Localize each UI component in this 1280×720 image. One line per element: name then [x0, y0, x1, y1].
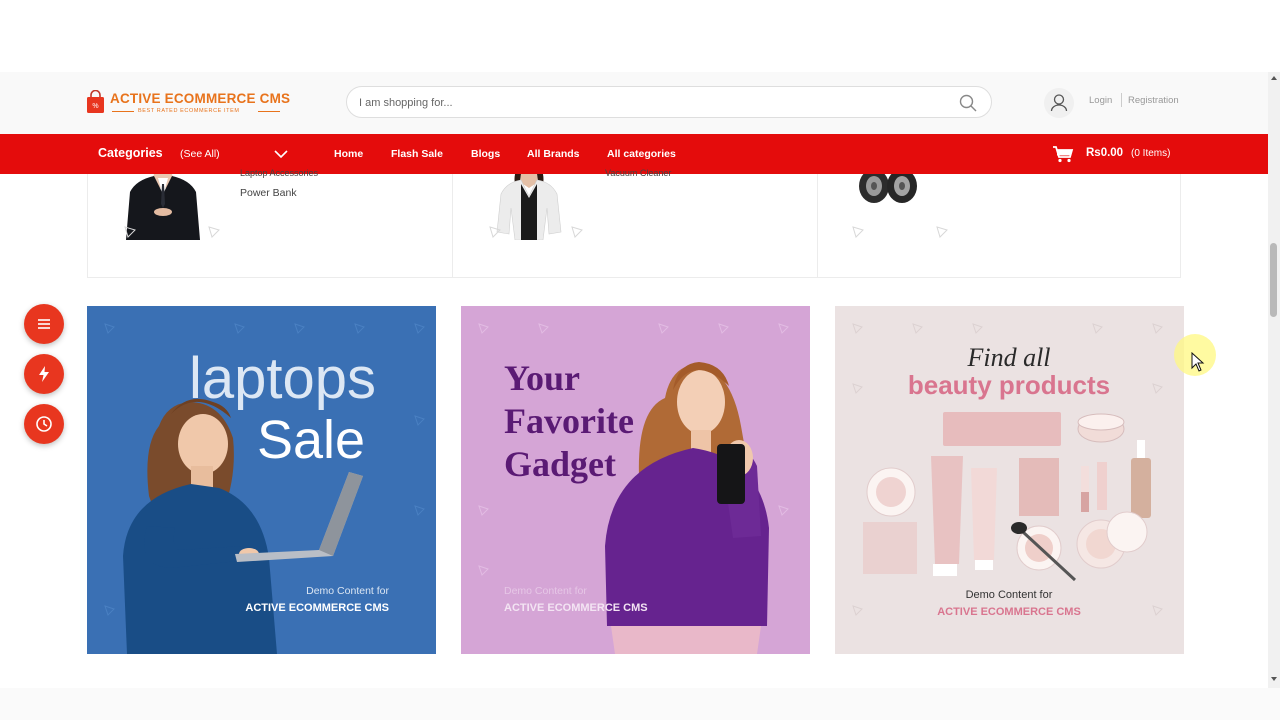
menu-button[interactable]: [24, 304, 64, 344]
banner-demo-brand: ACTIVE ECOMMERCE CMS: [937, 606, 1081, 618]
flash-icon: [39, 366, 49, 382]
search-icon[interactable]: [959, 94, 977, 112]
watermark-icon: [124, 226, 136, 238]
nav-all-categories[interactable]: All categories: [607, 148, 676, 160]
banner-headline-2: Favorite: [504, 401, 634, 441]
watermark-icon: [208, 226, 220, 238]
page-scrollbar[interactable]: [1268, 72, 1280, 688]
recent-history-button[interactable]: [24, 404, 64, 444]
category-card[interactable]: Vacuum Cleaner: [452, 168, 817, 278]
nav-home[interactable]: Home: [334, 148, 363, 160]
flash-deals-button[interactable]: [24, 354, 64, 394]
watermark-icon: [571, 226, 583, 238]
scrollbar-thumb[interactable]: [1270, 243, 1277, 317]
banner-headline-3: Gadget: [504, 444, 616, 484]
category-link-power-bank[interactable]: Power Bank: [240, 187, 297, 199]
category-text-cutoff: Vacuum Cleaner: [605, 168, 672, 178]
category-card[interactable]: Laptop Accessories Power Bank: [88, 168, 452, 278]
laptops-sale-artwork: laptops Sale Demo Content for ACTIVE ECO…: [87, 306, 436, 654]
user-avatar-icon[interactable]: [1044, 88, 1074, 118]
registration-link[interactable]: Registration: [1128, 95, 1179, 106]
favorite-gadget-artwork: Your Favorite Gadget Demo Content for AC…: [461, 306, 810, 654]
search-input[interactable]: [359, 93, 939, 113]
banner-demo-brand: ACTIVE ECOMMERCE CMS: [245, 602, 389, 614]
menu-icon: [38, 319, 50, 329]
logo-divider-left: [112, 111, 134, 112]
logo-tagline: BEST RATED ECOMMERCE ITEM: [138, 108, 240, 114]
logo-text: ACTIVE ECOMMERCE CMS: [110, 91, 291, 106]
shopping-bag-icon: %: [87, 90, 104, 113]
banner-demo-label: Demo Content for: [966, 589, 1053, 601]
logo-divider-right: [258, 111, 280, 112]
favorite-gadget-banner[interactable]: Your Favorite Gadget Demo Content for AC…: [461, 306, 810, 654]
categories-see-all[interactable]: (See All): [180, 148, 220, 160]
banner-headline-1: Your: [504, 358, 580, 398]
account-divider: [1121, 93, 1122, 107]
chevron-down-icon[interactable]: [273, 147, 289, 161]
nav-flash-sale[interactable]: Flash Sale: [391, 148, 443, 160]
laptops-sale-banner[interactable]: laptops Sale Demo Content for ACTIVE ECO…: [87, 306, 436, 654]
businesswoman-image: [496, 174, 562, 240]
category-text-cutoff: Laptop Accessories: [240, 168, 319, 178]
site-header: % ACTIVE ECOMMERCE CMS BEST RATED ECOMME…: [0, 72, 1268, 134]
scroll-down-arrow-icon[interactable]: [1270, 675, 1278, 683]
top-whitespace: [0, 0, 1280, 72]
nav-all-brands[interactable]: All Brands: [527, 148, 580, 160]
banner-demo-label: Demo Content for: [504, 585, 587, 597]
watermark-icon: [489, 226, 501, 238]
clock-icon: [36, 416, 52, 432]
search-bar: [346, 86, 992, 118]
banner-headline-2: Sale: [257, 410, 365, 470]
login-link[interactable]: Login: [1089, 95, 1112, 106]
cart-item-count[interactable]: (0 Items): [1131, 148, 1170, 159]
cart-amount[interactable]: Rs0.00: [1086, 147, 1123, 159]
tyres-image: [859, 174, 917, 203]
cart-icon[interactable]: [1052, 145, 1074, 163]
banner-headline-1: Find all: [966, 343, 1050, 372]
bottom-band: [0, 688, 1280, 720]
banner-headline-2: beauty products: [908, 370, 1110, 400]
watermark-icon: [936, 226, 948, 238]
banner-headline-1: laptops: [189, 346, 376, 411]
site-logo[interactable]: % ACTIVE ECOMMERCE CMS BEST RATED ECOMME…: [86, 88, 290, 118]
svg-text:%: %: [92, 103, 98, 110]
categories-label[interactable]: Categories: [98, 146, 163, 160]
nav-blogs[interactable]: Blogs: [471, 148, 500, 160]
banner-demo-label: Demo Content for: [306, 585, 389, 597]
mouse-cursor-icon: [1191, 352, 1205, 372]
scroll-up-arrow-icon[interactable]: [1270, 74, 1278, 82]
beauty-products-banner[interactable]: Find all beauty products Demo Content fo…: [835, 306, 1184, 654]
watermark-icon: [852, 226, 864, 238]
category-grid: Laptop Accessories Power Bank Vacuum Cle…: [87, 168, 1182, 278]
beauty-products-artwork: Find all beauty products Demo Content fo…: [835, 306, 1184, 654]
category-card[interactable]: [817, 174, 1182, 278]
banner-demo-brand: ACTIVE ECOMMERCE CMS: [504, 602, 648, 614]
